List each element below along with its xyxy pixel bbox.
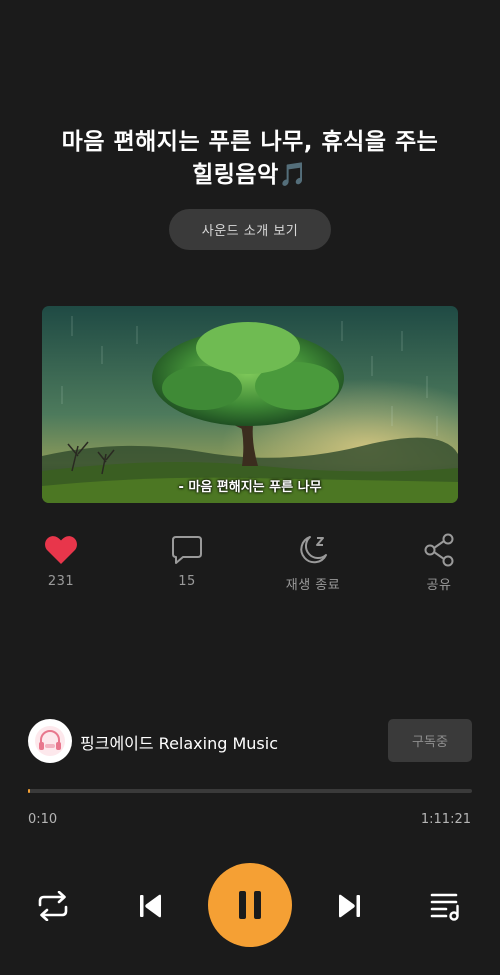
sleep-timer-button[interactable]: 재생 종료 [263, 532, 363, 593]
comment-count: 15 [178, 574, 196, 589]
pause-button[interactable] [208, 863, 292, 947]
sleep-timer-label: 재생 종료 [285, 578, 341, 593]
channel-avatar[interactable] [28, 719, 72, 763]
playlist-icon [430, 893, 459, 921]
sound-intro-button[interactable]: 사운드 소개 보기 [169, 209, 331, 250]
like-button[interactable]: 231 [11, 532, 111, 589]
progress-bar[interactable] [28, 789, 472, 793]
skip-previous-icon [140, 894, 161, 918]
track-title-line1: 마음 편해지는 푸른 나무, 휴식을 주는 [61, 129, 439, 155]
track-title-line2: 힐링음악 [192, 162, 279, 188]
headphones-logo-icon [35, 726, 65, 756]
channel-row: 핑크에이드 Relaxing Music 구독중 [28, 719, 472, 763]
repeat-icon [38, 891, 68, 921]
share-button[interactable]: 공유 [389, 532, 489, 593]
next-button[interactable] [330, 886, 370, 926]
progress-fill [28, 789, 31, 793]
skip-next-icon [339, 894, 360, 918]
share-icon [389, 532, 489, 568]
pause-icon [239, 891, 261, 919]
music-note-emoji: 🎵 [278, 162, 308, 188]
heart-icon [11, 532, 111, 568]
current-time: 0:10 [28, 812, 58, 827]
share-label: 공유 [426, 578, 452, 593]
channel-name[interactable]: 핑크에이드 Relaxing Music [80, 730, 278, 754]
comment-button[interactable]: 15 [137, 532, 237, 589]
cover-caption: - 마음 편해지는 푸른 나무 [178, 480, 322, 495]
cover-illustration [42, 306, 458, 503]
action-bar: 231 15 재생 종료 공유 [0, 532, 500, 602]
track-title: 마음 편해지는 푸른 나무, 휴식을 주는 힐링음악🎵 [40, 126, 460, 192]
like-count: 231 [47, 574, 75, 589]
moon-sleep-icon [263, 532, 363, 568]
subscribe-button[interactable]: 구독중 [388, 719, 472, 762]
previous-button[interactable] [130, 886, 170, 926]
playlist-button[interactable] [426, 887, 466, 925]
comment-icon [137, 532, 237, 568]
repeat-button[interactable] [32, 888, 74, 924]
cover-art: - 마음 편해지는 푸른 나무 [42, 306, 458, 503]
total-time: 1:11:21 [420, 812, 471, 827]
